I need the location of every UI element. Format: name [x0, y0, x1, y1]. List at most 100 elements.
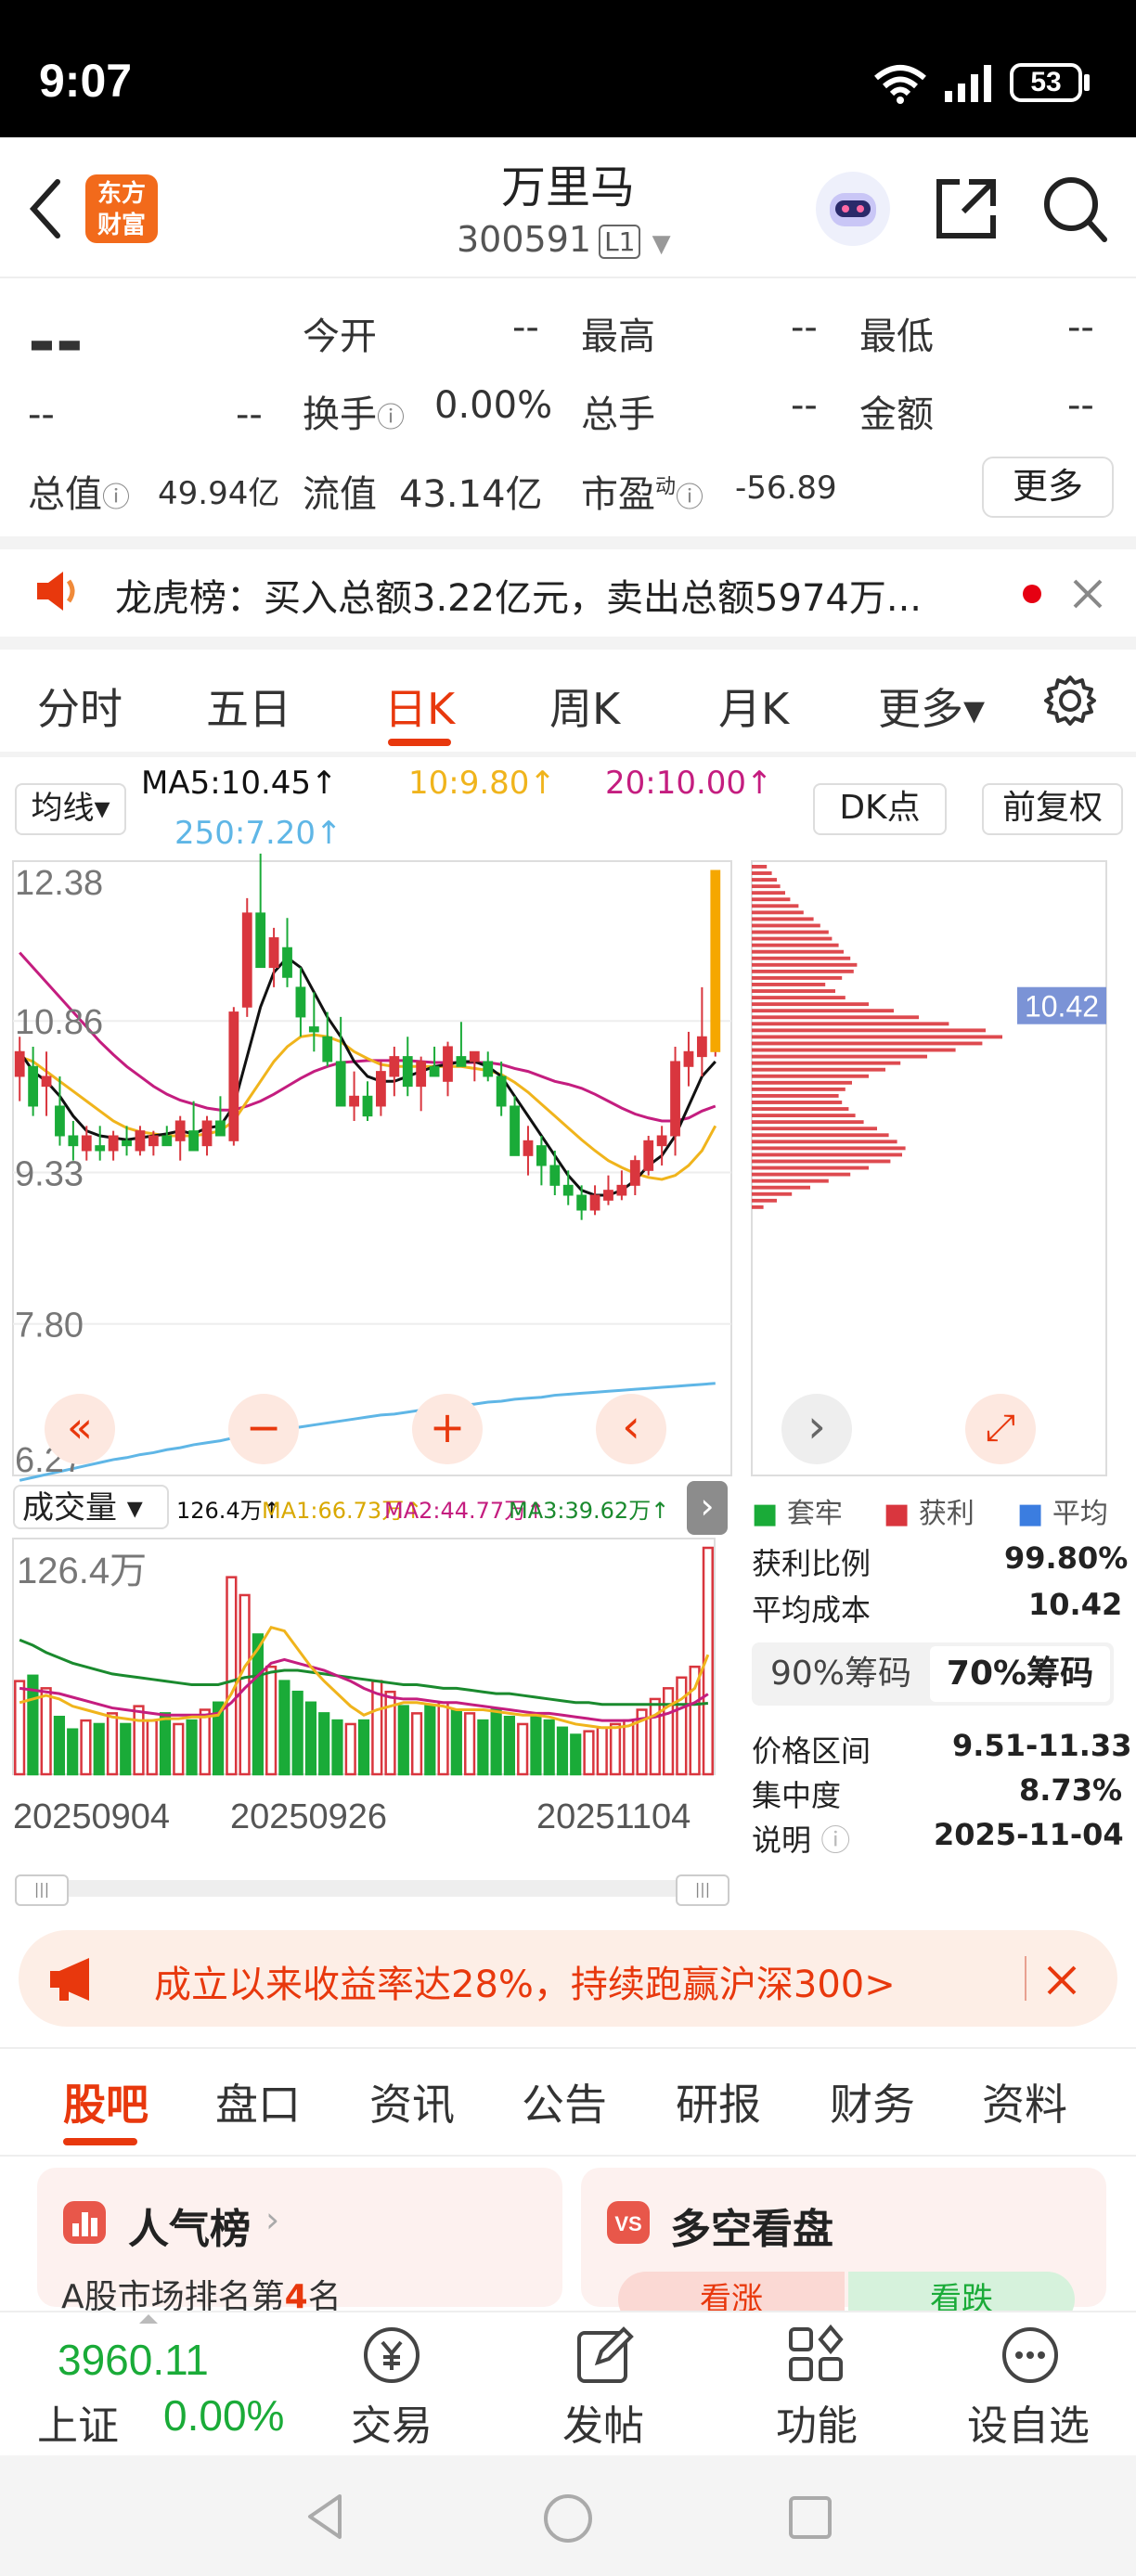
chip-bar [752, 1166, 869, 1170]
chip-bar [752, 996, 846, 1000]
tab-profile[interactable]: 资料 [982, 2071, 1067, 2132]
zoom-out-button[interactable]: − [228, 1394, 299, 1464]
add-watchlist-label[interactable]: 设自选 [967, 2392, 1090, 2452]
candle-body [683, 1050, 694, 1067]
volume-bar [304, 1701, 317, 1776]
candle-body [589, 1194, 600, 1211]
more-dots-icon[interactable] [999, 2324, 1062, 2387]
volume-bar [410, 1712, 423, 1776]
volume-bar [318, 1712, 330, 1776]
candle-body [349, 1095, 359, 1107]
index-value[interactable]: 3960.11 [58, 2335, 209, 2385]
ranking-icon [63, 2201, 106, 2244]
tab-news[interactable]: 资讯 [369, 2071, 455, 2132]
chip-bar [752, 1028, 986, 1033]
chip-bar [752, 1185, 810, 1190]
legend-average-swatch: ■ [1017, 1498, 1044, 1530]
y-tick-label: 12.38 [15, 864, 103, 903]
nav-back-icon[interactable] [303, 2491, 349, 2543]
tab-90-chips[interactable]: 90%筹码 [755, 1646, 926, 1702]
volume-bar [14, 1680, 26, 1776]
active-tab-indicator [63, 2138, 137, 2145]
kline-chart-area[interactable]: 12.3810.869.337.806.27 126.4万20250904 202… [0, 0, 1136, 1930]
vol-ma3-label: MA3:39.62万↑ [509, 1498, 670, 1524]
tab-70-chips[interactable]: 70%筹码 [930, 1646, 1110, 1702]
tab-pankou[interactable]: 盘口 [215, 2071, 301, 2132]
chip-bar [752, 917, 814, 921]
chip-bar [752, 962, 858, 967]
functions-grid-icon[interactable] [785, 2324, 848, 2387]
tab-finance[interactable]: 财务 [830, 2071, 915, 2132]
range-handle-right[interactable]: ||| [676, 1874, 729, 1906]
close-icon[interactable] [1043, 1962, 1080, 1999]
legend-profit-swatch: ■ [884, 1498, 910, 1530]
candle-body [122, 1140, 132, 1147]
candle-body [282, 947, 292, 978]
volume-bar [623, 1719, 635, 1776]
next-button[interactable]: › [781, 1394, 852, 1464]
trade-label[interactable]: 交易 [351, 2392, 432, 2452]
price-range-label: 价格区间 [752, 1733, 871, 1769]
chip-bar [752, 1080, 852, 1085]
promo-text: 成立以来收益率达28%，持续跑赢沪深300> [154, 1964, 896, 2006]
trade-yen-icon[interactable] [360, 2324, 423, 2387]
legend-profit-label: 获利 [918, 1498, 975, 1530]
range-handle-left[interactable]: ||| [15, 1874, 69, 1906]
candle-body [161, 1135, 173, 1147]
post-label[interactable]: 发帖 [562, 2392, 644, 2452]
volume-bar [344, 1722, 356, 1776]
volume-bar [609, 1722, 622, 1776]
chip-bar [752, 865, 768, 869]
nav-recents-icon[interactable] [787, 2494, 833, 2541]
legend-trapped-swatch: ■ [752, 1498, 779, 1530]
volume-select[interactable]: 成交量 ▾ [13, 1485, 169, 1529]
legend-profit: ■ 获利 [884, 1490, 975, 1531]
volume-bar [278, 1680, 290, 1776]
x-tick-label: 20250904 [13, 1797, 170, 1836]
volume-bar [450, 1708, 462, 1776]
chip-bar [752, 897, 791, 902]
candle-body [496, 1075, 507, 1107]
volume-bar [357, 1719, 370, 1776]
candle-body [81, 1135, 92, 1152]
prev-button[interactable]: ‹ [596, 1394, 666, 1464]
chart-range-scrollbar[interactable] [15, 1880, 729, 1897]
candle-body [603, 1190, 613, 1201]
tab-research[interactable]: 研报 [676, 2071, 761, 2132]
volume-bar [517, 1722, 529, 1776]
candle-body [335, 1061, 346, 1107]
candle-body [616, 1184, 627, 1196]
functions-label[interactable]: 功能 [776, 2392, 858, 2452]
chip-bar [752, 904, 799, 908]
vol-ma3-line [19, 1638, 708, 1707]
chip-bar [752, 1015, 919, 1020]
fullscreen-button[interactable]: ⤢ [965, 1394, 1036, 1464]
vol-ma2-line [19, 1657, 709, 1722]
divider [1025, 1956, 1026, 2001]
candle-body [536, 1145, 547, 1166]
tab-announcements[interactable]: 公告 [522, 2071, 607, 2132]
fast-back-button[interactable]: « [45, 1394, 115, 1464]
chip-bar [752, 1067, 885, 1072]
candle-body [576, 1194, 587, 1211]
volume-bar [173, 1722, 185, 1776]
index-change: 0.00% [163, 2391, 285, 2440]
candle-body [710, 869, 721, 1052]
candle-body [643, 1140, 654, 1171]
candle-body [402, 1056, 413, 1088]
candle-body [656, 1135, 667, 1147]
post-edit-icon[interactable] [574, 2324, 637, 2387]
description-label[interactable]: 说明 ⓘ [752, 1817, 850, 1860]
chip-bar [752, 1002, 869, 1007]
candle-body [456, 1056, 467, 1067]
nav-home-icon[interactable] [542, 2492, 594, 2544]
candle-body [443, 1046, 453, 1082]
vol-ma1-line [19, 1625, 710, 1730]
chip-bar [752, 884, 781, 889]
tab-guba[interactable]: 股吧 [63, 2071, 148, 2132]
concentration-value: 8.73% [1019, 1772, 1123, 1808]
zoom-in-button[interactable]: + [412, 1394, 483, 1464]
x-tick-label: 20251104 [536, 1797, 691, 1836]
volume-bar [424, 1705, 436, 1776]
expand-panel-button[interactable]: › [687, 1481, 728, 1535]
